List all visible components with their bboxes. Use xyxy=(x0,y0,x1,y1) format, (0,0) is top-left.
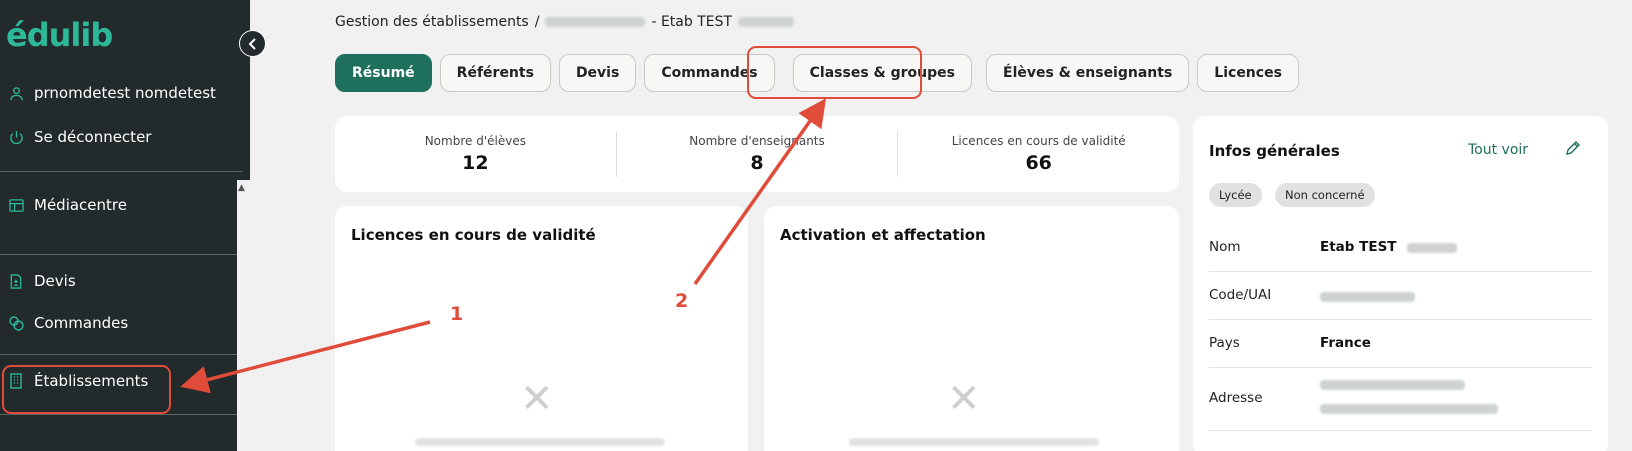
stat-licences: Licences en cours de validité 66 xyxy=(898,134,1179,174)
redacted-text xyxy=(415,438,665,446)
redacted-text xyxy=(849,438,1099,446)
sidebar-item-devis[interactable]: Devis xyxy=(8,272,76,290)
user-icon xyxy=(8,85,24,101)
badge-non-concerne: Non concerné xyxy=(1275,183,1375,207)
sidebar-item-label: Médiacentre xyxy=(34,196,127,214)
logout-label: Se déconnecter xyxy=(34,128,152,146)
sidebar-divider xyxy=(0,171,242,172)
pencil-icon[interactable] xyxy=(1565,140,1581,160)
stat-label: Nombre d'enseignants xyxy=(689,134,825,148)
sidebar-user[interactable]: prnomdetest nomdetest xyxy=(8,84,216,102)
app-logo: édulib xyxy=(6,16,113,54)
annotation-highlight-etablissements xyxy=(2,365,171,414)
badge-lycee: Lycée xyxy=(1209,183,1262,207)
chevron-left-icon xyxy=(248,37,256,50)
redacted-text xyxy=(1320,292,1415,302)
power-icon xyxy=(8,129,24,145)
info-divider xyxy=(1209,319,1592,320)
sidebar-divider xyxy=(0,254,242,255)
stat-value: 12 xyxy=(462,152,489,174)
tools-icon: ✕ xyxy=(947,376,981,422)
redacted-text xyxy=(545,17,646,27)
redacted-text xyxy=(738,17,795,27)
info-card: Infos générales Tout voir Lycée Non conc… xyxy=(1193,116,1608,451)
redacted-text xyxy=(1407,243,1457,253)
sidebar-item-label: Commandes xyxy=(34,314,129,332)
sidebar-item-mediacentre[interactable]: Médiacentre xyxy=(8,196,127,214)
info-label-nom: Nom xyxy=(1209,239,1241,255)
annotation-number-1: 1 xyxy=(450,303,464,325)
stat-value: 66 xyxy=(1025,152,1052,174)
sidebar-scrollbar[interactable] xyxy=(237,180,250,451)
info-label-pays: Pays xyxy=(1209,335,1240,351)
sidebar-divider xyxy=(0,414,242,415)
scroll-up-icon[interactable]: ▲ xyxy=(238,183,245,193)
stats-card: Nombre d'élèves 12 Nombre d'enseignants … xyxy=(335,116,1179,192)
tab-resume[interactable]: Résumé xyxy=(335,54,432,92)
redacted-text xyxy=(1320,380,1465,390)
info-value-pays: France xyxy=(1320,335,1371,351)
info-divider xyxy=(1209,430,1592,431)
annotation-number-2: 2 xyxy=(675,290,689,312)
licences-card: Licences en cours de validité ✕ xyxy=(335,206,748,451)
logout-button[interactable]: Se déconnecter xyxy=(8,128,151,146)
stat-enseignants: Nombre d'enseignants 8 xyxy=(617,134,898,174)
breadcrumb-separator: / xyxy=(534,14,540,30)
user-name: prnomdetest nomdetest xyxy=(34,84,216,102)
stat-label: Licences en cours de validité xyxy=(951,134,1126,148)
tab-devis[interactable]: Devis xyxy=(558,54,637,92)
sidebar-item-commandes[interactable]: Commandes xyxy=(8,314,128,332)
info-label-code: Code/UAI xyxy=(1209,287,1272,303)
info-card-title: Infos générales xyxy=(1209,142,1340,160)
coins-icon xyxy=(8,315,24,331)
see-all-link[interactable]: Tout voir xyxy=(1468,142,1528,158)
info-divider xyxy=(1209,367,1592,368)
breadcrumb-root[interactable]: Gestion des établissements xyxy=(335,14,529,30)
tab-eleves-enseignants[interactable]: Élèves & enseignants xyxy=(986,54,1190,92)
tab-referents[interactable]: Référents xyxy=(439,54,551,92)
activation-card-title: Activation et affectation xyxy=(780,226,986,244)
stat-value: 8 xyxy=(750,152,764,174)
redacted-text xyxy=(1320,404,1498,414)
info-divider xyxy=(1209,271,1592,272)
sidebar-item-label: Devis xyxy=(34,272,76,290)
info-value-nom: Etab TEST xyxy=(1320,239,1397,255)
breadcrumb: Gestion des établissements / - Etab TEST xyxy=(335,14,795,30)
tab-licences[interactable]: Licences xyxy=(1197,54,1299,92)
mediacentre-icon xyxy=(8,197,24,213)
stat-label: Nombre d'élèves xyxy=(424,134,526,148)
annotation-highlight-classes xyxy=(747,46,922,99)
stat-eleves: Nombre d'élèves 12 xyxy=(335,134,616,174)
collapse-sidebar-button[interactable] xyxy=(239,30,266,57)
activation-card: Activation et affectation ✕ xyxy=(764,206,1179,451)
licences-card-title: Licences en cours de validité xyxy=(351,226,596,244)
tools-icon: ✕ xyxy=(520,376,554,422)
sidebar-divider xyxy=(0,354,242,355)
document-icon xyxy=(8,273,24,289)
breadcrumb-current: - Etab TEST xyxy=(651,14,733,30)
info-label-adresse: Adresse xyxy=(1209,390,1263,406)
